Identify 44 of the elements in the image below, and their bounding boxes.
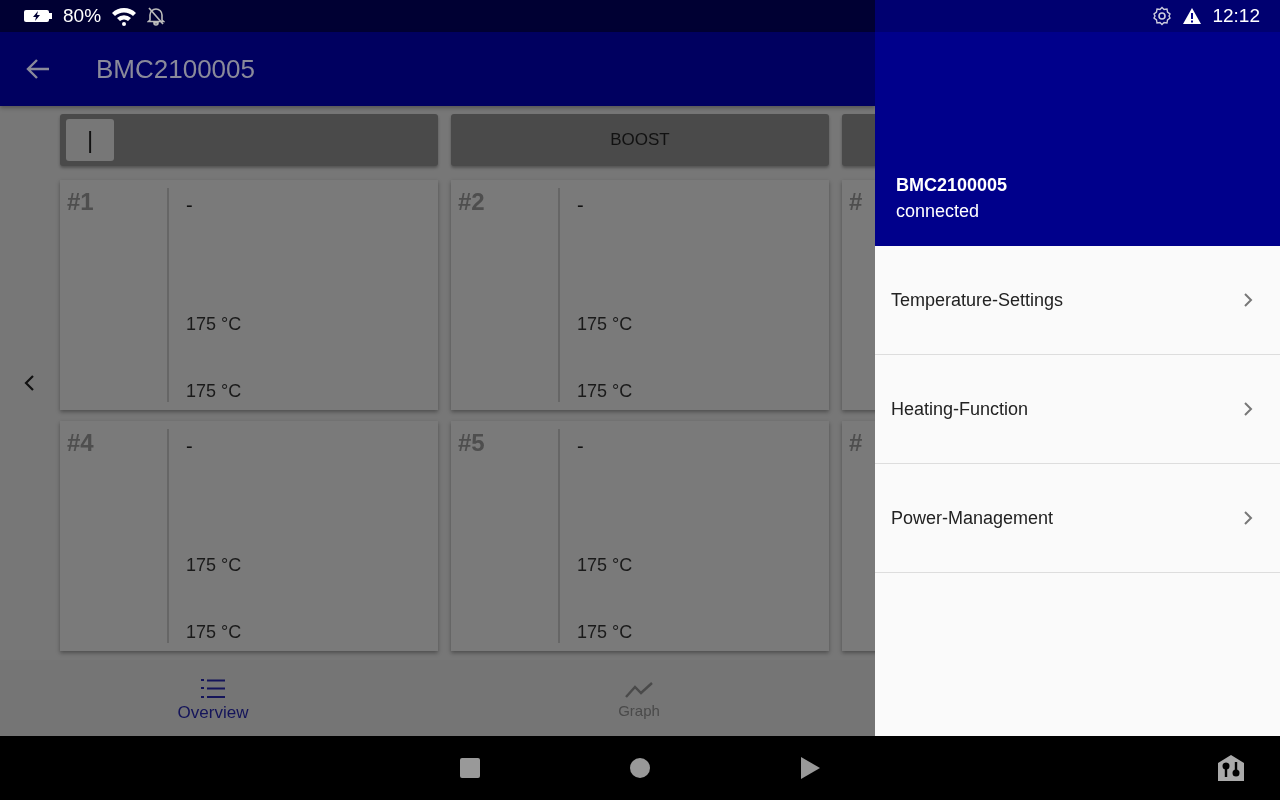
wifi-icon xyxy=(111,6,138,26)
connection-status: connected xyxy=(896,201,981,222)
menu-item-label: Power-Management xyxy=(891,507,1054,529)
notifications-off-icon xyxy=(147,6,166,26)
zone-value: - xyxy=(577,194,585,217)
mode-switch[interactable]: | xyxy=(60,114,438,166)
warning-icon xyxy=(1182,7,1203,25)
drawer-menu-item[interactable]: Temperature-Settings xyxy=(875,246,1280,355)
device-name: BMC2100005 xyxy=(896,175,1009,196)
line-chart-icon xyxy=(624,681,654,699)
setpoint-temperature: 175 °C xyxy=(577,313,633,335)
app-title: BMC2100005 xyxy=(96,53,255,85)
setpoint-temperature: 175 °C xyxy=(577,554,633,576)
drawer-menu-item[interactable]: Heating-Function xyxy=(875,355,1280,464)
setpoint-temperature: 175 °C xyxy=(186,554,242,576)
play-triangle-icon[interactable] xyxy=(799,756,821,780)
switch-thumb[interactable]: | xyxy=(66,119,114,161)
chevron-left-icon[interactable] xyxy=(22,374,35,392)
chevron-right-icon xyxy=(1243,510,1253,526)
house-keys-icon[interactable] xyxy=(1217,754,1245,782)
actual-temperature: 175 °C xyxy=(186,622,242,643)
zone-number: # xyxy=(849,429,863,456)
menu-item-label: Heating-Function xyxy=(891,398,1029,420)
numbered-list-icon xyxy=(200,677,226,700)
battery-percentage: 80% xyxy=(63,5,102,27)
chevron-right-icon xyxy=(1243,401,1253,417)
zone-value: - xyxy=(577,435,585,458)
battery-charging-icon xyxy=(23,8,53,24)
clock-time: 12:12 xyxy=(1212,5,1260,27)
actual-temperature: 175 °C xyxy=(577,381,633,402)
actual-temperature: 175 °C xyxy=(577,622,633,643)
zone-value: - xyxy=(186,435,194,458)
settings-icon xyxy=(1152,6,1173,26)
menu-item-label: Temperature-Settings xyxy=(891,289,1064,311)
back-arrow-icon[interactable] xyxy=(25,58,51,80)
zone-number: # xyxy=(849,188,863,215)
zone-value: - xyxy=(186,194,194,217)
bottom-nav-tab[interactable]: Overview xyxy=(0,660,426,736)
drawer-menu-item[interactable]: Power-Management xyxy=(875,464,1280,573)
chevron-right-icon xyxy=(1243,292,1253,308)
home-circle-icon[interactable] xyxy=(629,757,651,779)
stop-square-icon[interactable] xyxy=(459,757,481,779)
actual-temperature: 175 °C xyxy=(186,381,242,402)
setpoint-temperature: 175 °C xyxy=(186,313,242,335)
